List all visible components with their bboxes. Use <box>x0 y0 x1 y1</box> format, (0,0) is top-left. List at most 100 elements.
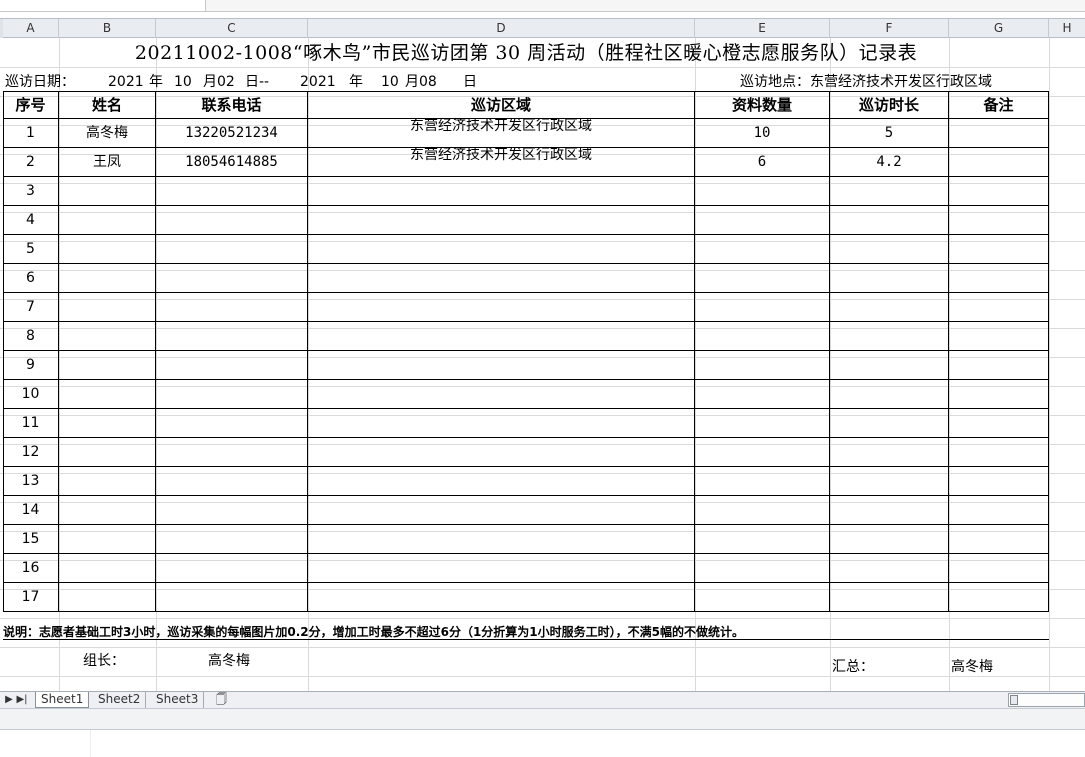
cell-name-12[interactable] <box>59 438 156 467</box>
header-name[interactable]: 姓名 <box>59 91 156 119</box>
cell-count-17[interactable] <box>695 583 830 612</box>
cell-note-11[interactable] <box>949 409 1049 438</box>
cell-count-12[interactable] <box>695 438 830 467</box>
cell-seq-10[interactable]: 10 <box>3 380 59 409</box>
cell-seq-8[interactable]: 8 <box>3 322 59 351</box>
cell-seq-2[interactable]: 2 <box>3 148 59 177</box>
cell-seq-12[interactable]: 12 <box>3 438 59 467</box>
column-header-a[interactable]: A <box>3 19 59 38</box>
column-header-e[interactable]: E <box>695 19 830 38</box>
cell-phone-8[interactable] <box>156 322 308 351</box>
cell-name-10[interactable] <box>59 380 156 409</box>
cell-phone-4[interactable] <box>156 206 308 235</box>
cell-count-1[interactable]: 10 <box>695 119 830 148</box>
cell-name-13[interactable] <box>59 467 156 496</box>
cell-hours-17[interactable] <box>830 583 949 612</box>
cell-seq-15[interactable]: 15 <box>3 525 59 554</box>
cell-phone-5[interactable] <box>156 235 308 264</box>
name-box[interactable] <box>0 0 206 12</box>
cell-phone-10[interactable] <box>156 380 308 409</box>
cell-seq-3[interactable]: 3 <box>3 177 59 206</box>
cell-hours-1[interactable]: 5 <box>830 119 949 148</box>
cell-area-14[interactable] <box>308 496 695 525</box>
cell-count-10[interactable] <box>695 380 830 409</box>
header-seq[interactable]: 序号 <box>3 91 59 119</box>
cell-area-2[interactable]: 东营经济技术开发区行政区域 <box>308 148 695 177</box>
cell-note-5[interactable] <box>949 235 1049 264</box>
cell-name-7[interactable] <box>59 293 156 322</box>
cell-name-9[interactable] <box>59 351 156 380</box>
cell-seq-6[interactable]: 6 <box>3 264 59 293</box>
column-header-b[interactable]: B <box>59 19 156 38</box>
header-hours[interactable]: 巡访时长 <box>830 91 949 119</box>
cell-seq-16[interactable]: 16 <box>3 554 59 583</box>
cell-note-10[interactable] <box>949 380 1049 409</box>
cell-hours-6[interactable] <box>830 264 949 293</box>
cell-note-13[interactable] <box>949 467 1049 496</box>
cell-area-3[interactable] <box>308 177 695 206</box>
cell-name-15[interactable] <box>59 525 156 554</box>
cell-phone-3[interactable] <box>156 177 308 206</box>
cell-phone-14[interactable] <box>156 496 308 525</box>
new-sheet-icon[interactable]: 🗍 <box>211 692 232 708</box>
cell-hours-8[interactable] <box>830 322 949 351</box>
cell-name-2[interactable]: 王凤 <box>59 148 156 177</box>
cell-name-14[interactable] <box>59 496 156 525</box>
cell-note-7[interactable] <box>949 293 1049 322</box>
cell-count-2[interactable]: 6 <box>695 148 830 177</box>
cell-name-5[interactable] <box>59 235 156 264</box>
cell-phone-16[interactable] <box>156 554 308 583</box>
header-note[interactable]: 备注 <box>949 91 1049 119</box>
cell-count-14[interactable] <box>695 496 830 525</box>
cell-seq-13[interactable]: 13 <box>3 467 59 496</box>
cell-hours-15[interactable] <box>830 525 949 554</box>
cell-note-6[interactable] <box>949 264 1049 293</box>
cell-area-15[interactable] <box>308 525 695 554</box>
cell-count-13[interactable] <box>695 467 830 496</box>
cell-seq-4[interactable]: 4 <box>3 206 59 235</box>
cell-count-6[interactable] <box>695 264 830 293</box>
cell-hours-2[interactable]: 4.2 <box>830 148 949 177</box>
cell-count-4[interactable] <box>695 206 830 235</box>
cell-note-14[interactable] <box>949 496 1049 525</box>
cell-area-13[interactable] <box>308 467 695 496</box>
header-phone[interactable]: 联系电话 <box>156 91 308 119</box>
cell-phone-7[interactable] <box>156 293 308 322</box>
header-area[interactable]: 巡访区域 <box>308 91 695 119</box>
scrollbar-thumb[interactable] <box>1010 695 1018 705</box>
cell-note-8[interactable] <box>949 322 1049 351</box>
column-header-c[interactable]: C <box>156 19 308 38</box>
cell-phone-17[interactable] <box>156 583 308 612</box>
cell-area-12[interactable] <box>308 438 695 467</box>
cell-area-10[interactable] <box>308 380 695 409</box>
cell-note-17[interactable] <box>949 583 1049 612</box>
cell-phone-2[interactable]: 18054614885 <box>156 148 308 177</box>
cell-note-4[interactable] <box>949 206 1049 235</box>
cell-count-11[interactable] <box>695 409 830 438</box>
worksheet[interactable]: 20211002-1008“啄木鸟”市民巡访团第 30 周活动（胜程社区暖心橙志… <box>0 38 1085 691</box>
cell-seq-1[interactable]: 1 <box>3 119 59 148</box>
cell-seq-14[interactable]: 14 <box>3 496 59 525</box>
cell-hours-11[interactable] <box>830 409 949 438</box>
cell-phone-13[interactable] <box>156 467 308 496</box>
cell-count-9[interactable] <box>695 351 830 380</box>
cell-area-7[interactable] <box>308 293 695 322</box>
cell-count-16[interactable] <box>695 554 830 583</box>
cell-count-7[interactable] <box>695 293 830 322</box>
cell-hours-9[interactable] <box>830 351 949 380</box>
cell-note-2[interactable] <box>949 148 1049 177</box>
cell-area-11[interactable] <box>308 409 695 438</box>
tab-sheet2[interactable]: Sheet2 <box>93 692 147 708</box>
horizontal-scrollbar[interactable] <box>1008 693 1085 707</box>
cell-name-3[interactable] <box>59 177 156 206</box>
cell-hours-3[interactable] <box>830 177 949 206</box>
cell-area-9[interactable] <box>308 351 695 380</box>
tab-sheet1[interactable]: Sheet1 <box>35 692 90 708</box>
cell-phone-15[interactable] <box>156 525 308 554</box>
cell-name-16[interactable] <box>59 554 156 583</box>
cell-name-8[interactable] <box>59 322 156 351</box>
cell-note-15[interactable] <box>949 525 1049 554</box>
formula-input[interactable] <box>206 0 1085 12</box>
cell-seq-5[interactable]: 5 <box>3 235 59 264</box>
column-header-d[interactable]: D <box>308 19 695 38</box>
